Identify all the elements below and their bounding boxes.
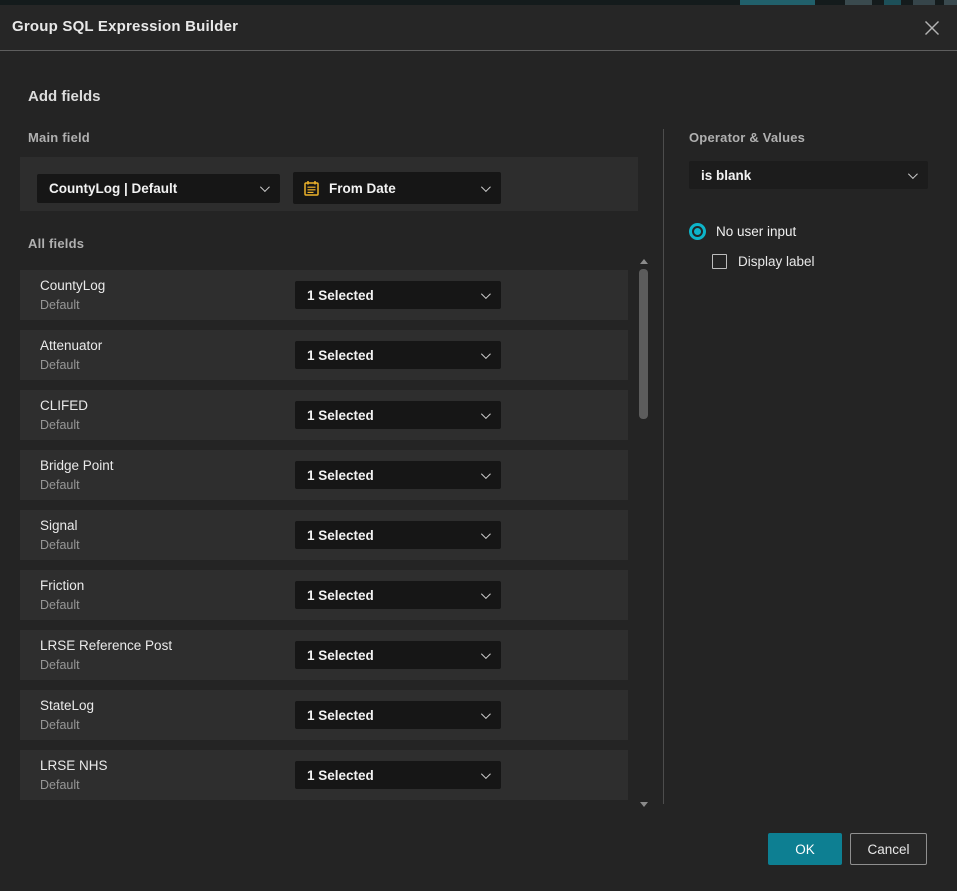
display-label-text: Display label xyxy=(738,254,815,269)
field-name: Bridge Point xyxy=(40,458,114,473)
field-row: StateLog Default 1 Selected xyxy=(20,690,628,740)
scrollbar xyxy=(638,255,650,807)
field-row: LRSE NHS Default 1 Selected xyxy=(20,750,628,800)
field-row: Attenuator Default 1 Selected xyxy=(20,330,628,380)
field-sublabel: Default xyxy=(40,418,80,432)
chevron-down-icon xyxy=(481,349,491,359)
add-fields-heading: Add fields xyxy=(28,88,101,105)
field-selected-dropdown[interactable]: 1 Selected xyxy=(295,281,501,309)
group-sql-expression-builder-dialog: Group SQL Expression Builder Add fields … xyxy=(0,5,957,891)
operator-values-label: Operator & Values xyxy=(689,130,805,145)
selected-count-label: 1 Selected xyxy=(295,588,481,603)
radio-selected-icon xyxy=(689,223,706,240)
calendar-icon xyxy=(303,180,320,197)
close-icon xyxy=(923,19,941,37)
all-fields-list: CountyLog Default 1 Selected Attenuator … xyxy=(20,270,628,810)
field-row: Signal Default 1 Selected xyxy=(20,510,628,560)
scroll-up-arrow-icon[interactable] xyxy=(640,259,648,264)
field-selected-dropdown[interactable]: 1 Selected xyxy=(295,581,501,609)
field-selected-dropdown[interactable]: 1 Selected xyxy=(295,641,501,669)
chevron-down-icon xyxy=(481,769,491,779)
field-selected-dropdown[interactable]: 1 Selected xyxy=(295,461,501,489)
field-name: LRSE Reference Post xyxy=(40,638,172,653)
main-field-select-dropdown[interactable]: From Date xyxy=(293,172,501,204)
selected-count-label: 1 Selected xyxy=(295,528,481,543)
scrollbar-thumb[interactable] xyxy=(639,269,648,419)
layer-select-value: CountyLog | Default xyxy=(37,181,260,196)
chevron-down-icon xyxy=(481,409,491,419)
dialog-title: Group SQL Expression Builder xyxy=(12,18,238,35)
chevron-down-icon xyxy=(481,529,491,539)
field-name: StateLog xyxy=(40,698,94,713)
field-sublabel: Default xyxy=(40,598,80,612)
field-row: Friction Default 1 Selected xyxy=(20,570,628,620)
no-user-input-radio[interactable]: No user input xyxy=(689,223,796,240)
main-field-label: Main field xyxy=(28,130,90,145)
field-sublabel: Default xyxy=(40,298,80,312)
field-name: Friction xyxy=(40,578,84,593)
field-sublabel: Default xyxy=(40,778,80,792)
field-selected-dropdown[interactable]: 1 Selected xyxy=(295,761,501,789)
field-row: LRSE Reference Post Default 1 Selected xyxy=(20,630,628,680)
selected-count-label: 1 Selected xyxy=(295,708,481,723)
field-name: CountyLog xyxy=(40,278,105,293)
field-row: CountyLog Default 1 Selected xyxy=(20,270,628,320)
field-sublabel: Default xyxy=(40,658,80,672)
layer-select-dropdown[interactable]: CountyLog | Default xyxy=(37,174,280,203)
field-sublabel: Default xyxy=(40,538,80,552)
all-fields-label: All fields xyxy=(28,236,84,251)
chevron-down-icon xyxy=(481,182,491,192)
chevron-down-icon xyxy=(481,709,491,719)
cancel-button[interactable]: Cancel xyxy=(850,833,927,865)
vertical-divider xyxy=(663,129,664,804)
main-field-panel: CountyLog | Default From Date xyxy=(20,157,638,211)
dialog-header: Group SQL Expression Builder xyxy=(0,5,957,51)
selected-count-label: 1 Selected xyxy=(295,648,481,663)
field-sublabel: Default xyxy=(40,718,80,732)
field-selected-dropdown[interactable]: 1 Selected xyxy=(295,521,501,549)
chevron-down-icon xyxy=(481,289,491,299)
operator-value: is blank xyxy=(689,168,908,183)
close-button[interactable] xyxy=(921,17,943,39)
selected-count-label: 1 Selected xyxy=(295,288,481,303)
chevron-down-icon xyxy=(260,182,270,192)
display-label-checkbox[interactable]: Display label xyxy=(712,254,815,269)
field-row: CLIFED Default 1 Selected xyxy=(20,390,628,440)
chevron-down-icon xyxy=(481,649,491,659)
field-name: LRSE NHS xyxy=(40,758,108,773)
no-user-input-label: No user input xyxy=(716,224,796,239)
field-selected-dropdown[interactable]: 1 Selected xyxy=(295,401,501,429)
field-name: CLIFED xyxy=(40,398,88,413)
selected-count-label: 1 Selected xyxy=(295,468,481,483)
chevron-down-icon xyxy=(481,589,491,599)
scroll-down-arrow-icon[interactable] xyxy=(640,802,648,807)
field-sublabel: Default xyxy=(40,358,80,372)
field-row: Bridge Point Default 1 Selected xyxy=(20,450,628,500)
checkbox-unchecked-icon xyxy=(712,254,727,269)
selected-count-label: 1 Selected xyxy=(295,408,481,423)
selected-count-label: 1 Selected xyxy=(295,768,481,783)
field-name: Attenuator xyxy=(40,338,102,353)
field-sublabel: Default xyxy=(40,478,80,492)
ok-button[interactable]: OK xyxy=(768,833,842,865)
field-selected-dropdown[interactable]: 1 Selected xyxy=(295,341,501,369)
chevron-down-icon xyxy=(481,469,491,479)
chevron-down-icon xyxy=(908,169,918,179)
field-selected-dropdown[interactable]: 1 Selected xyxy=(295,701,501,729)
main-field-select-value: From Date xyxy=(329,181,481,196)
selected-count-label: 1 Selected xyxy=(295,348,481,363)
field-name: Signal xyxy=(40,518,78,533)
operator-dropdown[interactable]: is blank xyxy=(689,161,928,189)
